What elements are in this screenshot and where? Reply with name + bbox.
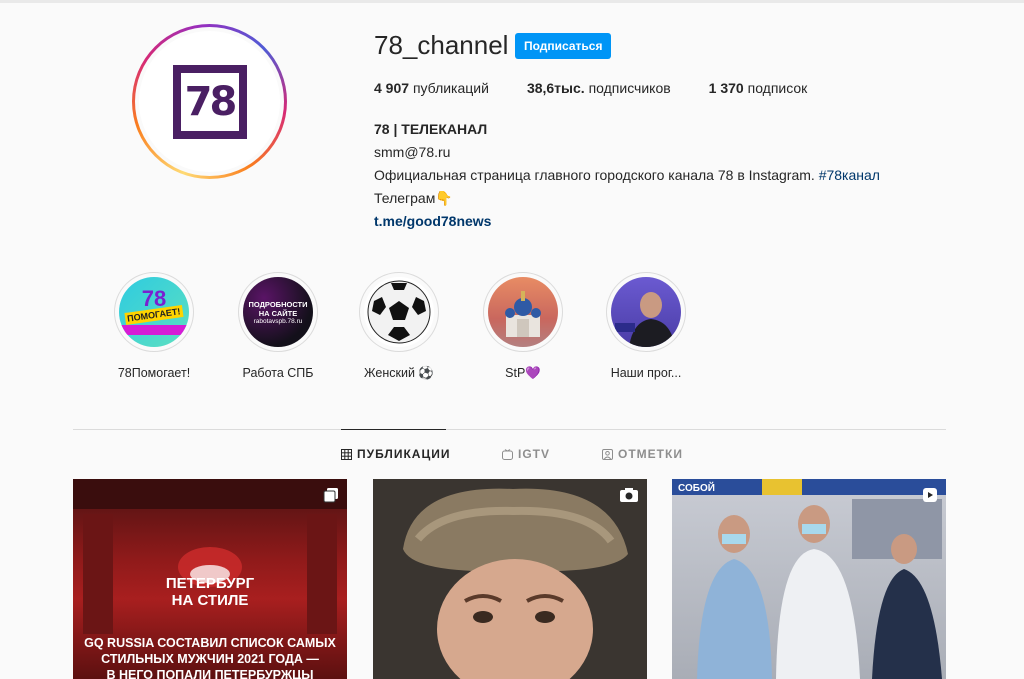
grid-icon — [341, 448, 352, 460]
tabs-divider — [73, 429, 946, 430]
active-tab-indicator — [341, 429, 446, 430]
highlight-our-programs[interactable]: Наши прог... — [596, 272, 696, 380]
highlight-stp[interactable]: StP💜 — [473, 272, 573, 381]
hashtag-link[interactable]: #78канал — [819, 167, 880, 183]
post-thumbnail[interactable] — [373, 479, 647, 679]
tab-tagged[interactable]: ОТМЕТКИ — [602, 447, 683, 461]
svg-text:СОБОЙ: СОБОЙ — [678, 481, 715, 494]
tab-igtv[interactable]: IGTV — [502, 447, 550, 461]
telegram-line: Телеграм👇 — [374, 190, 453, 206]
store-queue-photo: СОБОЙ — [672, 479, 946, 679]
carousel-icon — [323, 487, 339, 508]
video-icon — [619, 487, 639, 508]
top-border — [0, 0, 1024, 3]
tag-user-icon — [602, 448, 613, 460]
channel-logo: 78 — [172, 64, 247, 139]
post-title: ПЕТЕРБУРГ НА СТИЛЕ — [165, 575, 255, 609]
presenter-icon — [611, 277, 681, 347]
profile-full-name: 78 | ТЕЛЕКАНАЛ — [374, 121, 488, 137]
highlight-womens-football[interactable]: Женский ⚽ — [349, 272, 449, 381]
profile-bio: 78 | ТЕЛЕКАНАЛ smm@78.ru Официальная стр… — [374, 118, 880, 233]
profile-email: smm@78.ru — [374, 144, 451, 160]
follow-button[interactable]: Подписаться — [515, 33, 612, 59]
78-helps-icon: 78 ПОМОГАЕТ! — [119, 277, 189, 347]
highlight-work-spb[interactable]: ПОДРОБНОСТИ НА САЙТЕ rabotavspb.78.ru Ра… — [228, 272, 328, 380]
igtv-icon — [502, 448, 513, 460]
profile-username: 78_channel — [374, 30, 509, 60]
post-caption: GQ RUSSIA СОСТАВИЛ СПИСОК САМЫХ СТИЛЬНЫХ… — [84, 636, 336, 679]
cathedral-icon — [488, 277, 558, 347]
profile-website-link[interactable]: t.me/good78news — [374, 213, 491, 229]
soccer-ball-icon — [364, 277, 434, 347]
tab-posts[interactable]: ПУБЛИКАЦИИ — [341, 447, 450, 461]
post-thumbnail[interactable]: ПЕТЕРБУРГ НА СТИЛЕ GQ RUSSIA СОСТАВИЛ СП… — [73, 479, 347, 679]
following-stat[interactable]: 1 370 подписок — [709, 80, 808, 96]
work-spb-icon: ПОДРОБНОСТИ НА САЙТЕ rabotavspb.78.ru — [243, 277, 313, 347]
reel-icon — [922, 487, 938, 508]
man-in-fur-hat-photo — [373, 479, 647, 679]
post-thumbnail[interactable]: СОБОЙ — [672, 479, 946, 679]
profile-stats: 4 907 публикаций 38,6тыс. подписчиков 1 … — [374, 80, 845, 96]
profile-avatar[interactable]: 78 — [132, 24, 287, 179]
profile-description: Официальная страница главного городского… — [374, 167, 880, 183]
highlight-78-helps[interactable]: 78 ПОМОГАЕТ! 78Помогает! — [104, 272, 204, 380]
posts-stat: 4 907 публикаций — [374, 80, 489, 96]
followers-stat[interactable]: 38,6тыс. подписчиков — [527, 80, 671, 96]
pointing-down-icon: 👇 — [435, 190, 453, 206]
